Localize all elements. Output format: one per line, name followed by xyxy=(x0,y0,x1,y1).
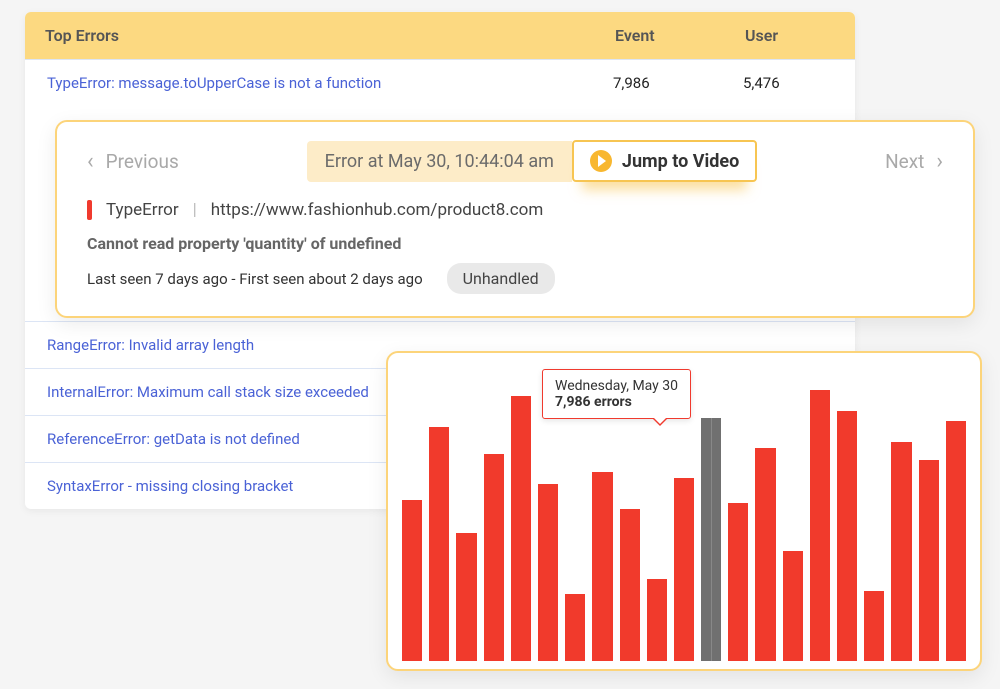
chart-bar[interactable] xyxy=(484,454,504,661)
chart-bar[interactable] xyxy=(783,551,803,661)
chart-bar[interactable] xyxy=(864,591,884,661)
chart-bar[interactable] xyxy=(810,390,830,661)
chart-bar[interactable] xyxy=(429,427,449,661)
jump-to-video-label: Jump to Video xyxy=(622,151,739,172)
column-header-event: Event xyxy=(615,26,745,45)
seen-info-row: Last seen 7 days ago - First seen about … xyxy=(87,263,943,294)
error-row[interactable]: TypeError: message.toUpperCase is not a … xyxy=(25,59,855,106)
chart-tooltip: Wednesday, May 30 7,986 errors xyxy=(542,369,691,419)
chart-bar[interactable] xyxy=(946,421,966,661)
severity-marker-icon xyxy=(87,200,92,220)
chart-bar[interactable] xyxy=(919,460,939,661)
chart-bar[interactable] xyxy=(891,442,911,661)
tooltip-date: Wednesday, May 30 xyxy=(555,378,678,394)
previous-label: Previous xyxy=(106,150,179,173)
error-detail-card: ‹ Previous Error at May 30, 10:44:04 am … xyxy=(55,120,975,318)
chart-bar[interactable] xyxy=(538,484,558,661)
errors-table-header: Top Errors Event User xyxy=(25,12,855,59)
error-timestamp: Error at May 30, 10:44:04 am xyxy=(307,141,572,182)
chevron-right-icon: › xyxy=(936,149,943,174)
error-chart-card: Wednesday, May 30 7,986 errors xyxy=(386,351,982,671)
error-type-line: TypeError | https://www.fashionhub.com/p… xyxy=(87,200,943,220)
error-url[interactable]: https://www.fashionhub.com/product8.com xyxy=(211,200,543,220)
error-user-count: 5,476 xyxy=(743,74,833,92)
column-header-errors: Top Errors xyxy=(45,26,615,45)
chart-bar[interactable] xyxy=(755,448,775,661)
chart-bar[interactable] xyxy=(674,478,694,661)
chart-bar[interactable] xyxy=(728,503,748,661)
error-type: TypeError xyxy=(106,200,179,220)
previous-button[interactable]: ‹ Previous xyxy=(87,149,179,174)
error-message: Cannot read property 'quantity' of undef… xyxy=(87,234,943,253)
tooltip-arrow-icon xyxy=(652,418,668,426)
chart-bar[interactable] xyxy=(837,411,857,661)
chart-bar[interactable] xyxy=(592,472,612,661)
error-event-count: 7,986 xyxy=(613,74,743,92)
unhandled-badge: Unhandled xyxy=(447,263,555,294)
play-icon xyxy=(590,150,612,172)
chart-hover-line xyxy=(711,418,712,661)
tooltip-count: 7,986 errors xyxy=(555,394,632,410)
chart-bar[interactable] xyxy=(402,500,422,661)
chart-bar[interactable] xyxy=(565,594,585,661)
next-label: Next xyxy=(885,150,924,173)
chart-bar[interactable] xyxy=(647,579,667,661)
seen-text: Last seen 7 days ago - First seen about … xyxy=(87,270,423,288)
column-header-user: User xyxy=(745,26,835,45)
chart-bar[interactable] xyxy=(456,533,476,661)
chart-area[interactable]: Wednesday, May 30 7,986 errors xyxy=(402,367,966,661)
chart-bar[interactable] xyxy=(511,396,531,661)
separator: | xyxy=(193,200,197,220)
timestamp-block: Error at May 30, 10:44:04 am Jump to Vid… xyxy=(307,140,758,182)
chart-bar[interactable] xyxy=(620,509,640,661)
detail-nav: ‹ Previous Error at May 30, 10:44:04 am … xyxy=(87,140,943,182)
chart-bars xyxy=(402,381,966,661)
next-button[interactable]: Next › xyxy=(885,149,943,174)
jump-to-video-button[interactable]: Jump to Video xyxy=(572,140,757,182)
error-name[interactable]: TypeError: message.toUpperCase is not a … xyxy=(47,74,613,92)
chevron-left-icon: ‹ xyxy=(87,149,94,174)
